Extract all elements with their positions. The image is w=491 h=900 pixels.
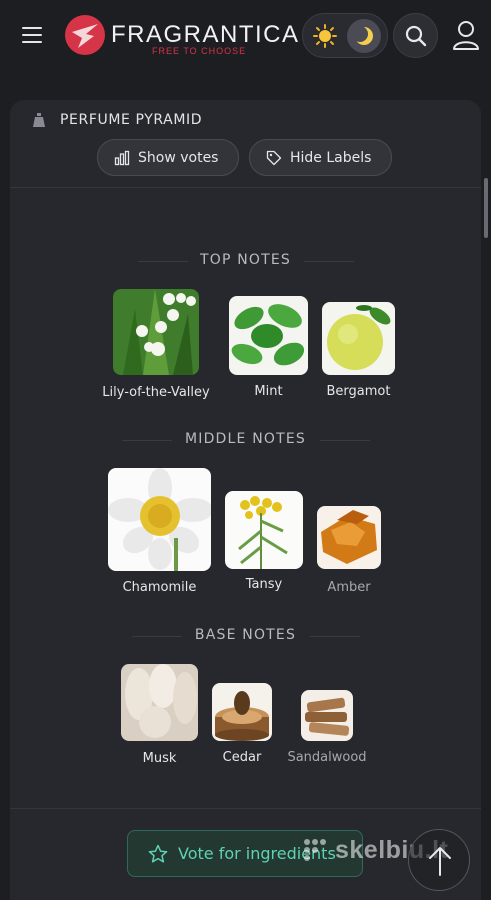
note-label: Lily-of-the-Valley xyxy=(102,385,210,400)
note-label: Mint xyxy=(254,384,283,399)
logo-icon[interactable] xyxy=(64,14,106,56)
note-lily-of-the-valley[interactable]: Lily-of-the-Valley xyxy=(102,289,210,400)
arrow-up-icon xyxy=(429,847,451,876)
chamomile-image xyxy=(108,468,213,571)
note-cedar[interactable]: Cedar xyxy=(212,683,272,765)
card-title: PERFUME PYRAMID xyxy=(60,112,203,128)
note-label: Chamomile xyxy=(122,580,197,595)
menu-icon[interactable] xyxy=(22,27,42,43)
lily-of-the-valley-image xyxy=(113,289,199,375)
musk-image xyxy=(121,664,198,741)
search-icon xyxy=(405,25,427,47)
note-musk[interactable]: Musk xyxy=(121,664,198,766)
top-notes-title: TOP NOTES xyxy=(10,252,481,268)
card-header: PERFUME PYRAMID Show votes Hide Labels xyxy=(10,100,481,188)
middle-notes-title: MIDDLE NOTES xyxy=(10,431,481,447)
note-chamomile[interactable]: Chamomile xyxy=(108,468,213,595)
base-notes-title: BASE NOTES xyxy=(10,627,481,643)
note-tansy[interactable]: Tansy xyxy=(225,491,303,592)
note-label: Tansy xyxy=(245,577,283,592)
show-votes-button[interactable]: Show votes xyxy=(97,139,239,176)
note-bergamot[interactable]: Bergamot xyxy=(322,302,395,399)
tag-icon xyxy=(266,150,282,165)
mint-image xyxy=(229,296,308,375)
note-label: Musk xyxy=(142,751,177,766)
theme-toggle[interactable] xyxy=(302,13,388,58)
moon-icon xyxy=(353,26,373,45)
amber-image xyxy=(317,506,381,569)
sun-icon[interactable] xyxy=(313,24,337,48)
search-button[interactable] xyxy=(393,13,438,58)
star-icon xyxy=(148,844,168,863)
top-header: FRAGRANTICA FREE TO CHOOSE xyxy=(0,0,491,76)
hide-labels-button[interactable]: Hide Labels xyxy=(249,139,392,176)
perfume-pyramid-card: PERFUME PYRAMID Show votes Hide Labels T… xyxy=(10,100,481,900)
logo-text[interactable]: FRAGRANTICA xyxy=(111,21,300,49)
moon-button[interactable] xyxy=(347,19,381,53)
sandalwood-image xyxy=(301,690,353,741)
note-sandalwood[interactable]: Sandalwood xyxy=(287,690,367,765)
tansy-image xyxy=(225,491,303,569)
user-icon[interactable] xyxy=(452,20,480,50)
note-amber[interactable]: Amber xyxy=(317,506,381,595)
bergamot-image xyxy=(322,302,395,375)
scroll-to-top-button[interactable] xyxy=(408,829,470,891)
watermark-logo-icon xyxy=(304,839,326,861)
logo-tagline: FREE TO CHOOSE xyxy=(152,46,247,56)
perfume-bottle-icon xyxy=(33,113,45,127)
bar-chart-icon xyxy=(114,150,130,165)
scrollbar[interactable] xyxy=(484,178,488,238)
show-votes-label: Show votes xyxy=(138,149,219,166)
note-label: Sandalwood xyxy=(287,750,367,765)
note-label: Bergamot xyxy=(326,384,391,399)
note-mint[interactable]: Mint xyxy=(229,296,308,399)
note-label: Cedar xyxy=(222,750,262,765)
cedar-image xyxy=(212,683,272,741)
note-label: Amber xyxy=(327,580,371,595)
divider xyxy=(10,808,481,809)
hide-labels-label: Hide Labels xyxy=(290,149,372,166)
